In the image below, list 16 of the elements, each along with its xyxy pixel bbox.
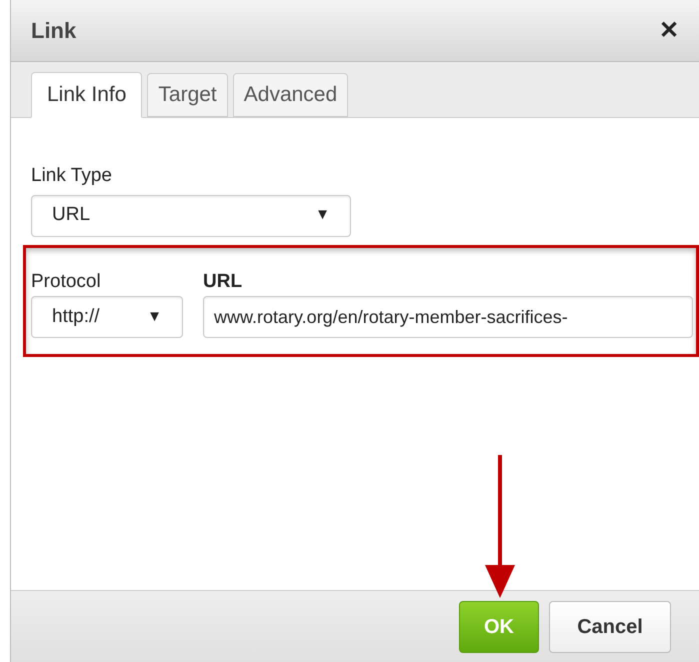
- field-label: Protocol: [31, 270, 102, 294]
- dropdown[interactable]: http:// ▼: [31, 296, 183, 338]
- cancel-button[interactable]: Cancel: [549, 600, 671, 652]
- tab[interactable]: Advanced: [232, 73, 348, 117]
- dropdown-value: http://: [52, 304, 100, 329]
- close-button[interactable]: ✕: [659, 12, 679, 48]
- caret-icon: ▼: [147, 306, 162, 328]
- dropdown[interactable]: URL ▼: [31, 194, 351, 236]
- caret-icon: ▼: [315, 204, 330, 227]
- tab[interactable]: Link Info: [31, 72, 142, 118]
- field-label: URL: [203, 270, 244, 294]
- field-label: Link Type: [31, 164, 113, 188]
- window-title: Link: [31, 17, 76, 45]
- url-field[interactable]: www.rotary.org/en/rotary-member-sacrifices-: [203, 296, 693, 338]
- dropdown-value: URL: [52, 203, 90, 228]
- tab[interactable]: Target: [147, 73, 228, 117]
